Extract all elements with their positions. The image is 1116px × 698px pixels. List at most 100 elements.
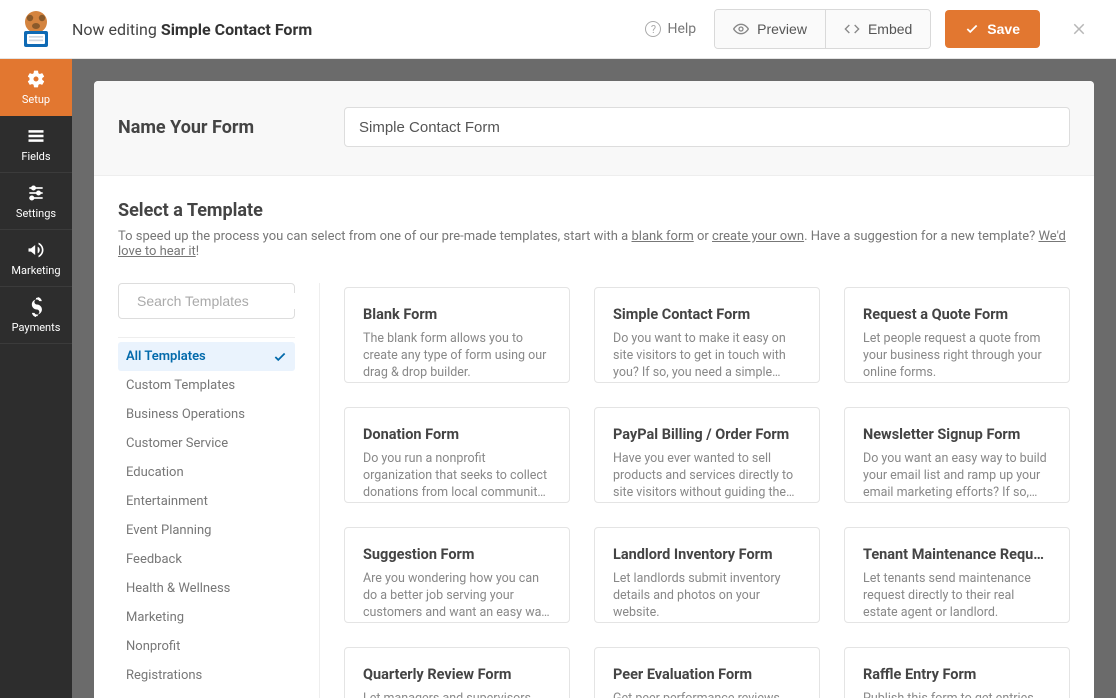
template-desc: The blank form allows you to create any … xyxy=(363,331,551,382)
template-card[interactable]: Simple Contact FormDo you want to make i… xyxy=(594,287,820,383)
nav-fields[interactable]: Fields xyxy=(0,116,72,173)
gear-icon xyxy=(26,69,46,89)
dollar-icon xyxy=(26,297,46,317)
editing-form-name: Simple Contact Form xyxy=(161,20,312,39)
nav-label: Fields xyxy=(21,150,50,163)
close-icon xyxy=(1070,20,1088,38)
template-title: Blank Form xyxy=(363,306,551,323)
nav-settings[interactable]: Settings xyxy=(0,173,72,230)
select-template-text: To speed up the process you can select f… xyxy=(118,229,1070,259)
template-desc: Do you want an easy way to build your em… xyxy=(863,451,1051,502)
category-item[interactable]: Registrations xyxy=(118,661,295,690)
template-card[interactable]: Peer Evaluation Form Get peer performance… xyxy=(594,647,820,698)
select-template-intro: Select a Template To speed up the proces… xyxy=(94,176,1094,277)
editing-prefix: Now editing xyxy=(72,20,161,39)
code-icon xyxy=(844,21,860,37)
form-name-input[interactable] xyxy=(344,107,1070,147)
template-title: Raffle Entry Form xyxy=(863,666,1051,683)
preview-embed-group: Preview Embed xyxy=(714,9,931,49)
close-button[interactable] xyxy=(1060,20,1098,38)
name-your-form-section: Name Your Form xyxy=(94,81,1094,176)
nav-setup[interactable]: Setup xyxy=(0,59,72,116)
question-circle-icon: ? xyxy=(645,21,661,37)
category-item[interactable]: All Templates xyxy=(118,342,295,371)
name-your-form-heading: Name Your Form xyxy=(118,117,344,138)
category-item[interactable]: Customer Service xyxy=(118,429,295,458)
category-item[interactable]: Business Operations xyxy=(118,400,295,429)
template-card[interactable]: Donation Form Do you run a nonprofit orga… xyxy=(344,407,570,503)
template-desc: Let managers and supervisors submit xyxy=(363,691,551,698)
sliders-icon xyxy=(26,183,46,203)
template-title: PayPal Billing / Order Form xyxy=(613,426,801,443)
template-desc: Let people request a quote from your bus… xyxy=(863,331,1051,382)
category-item[interactable]: Custom Templates xyxy=(118,371,295,400)
nav-label: Settings xyxy=(16,207,56,220)
template-browser: All TemplatesCustom TemplatesBusiness Op… xyxy=(94,277,1094,698)
nav-marketing[interactable]: Marketing xyxy=(0,230,72,287)
help-link[interactable]: ? Help xyxy=(645,21,696,37)
template-title: Donation Form xyxy=(363,426,551,443)
preview-label: Preview xyxy=(757,21,807,37)
template-desc: Publish this form to get entries and xyxy=(863,691,1051,698)
template-search-input[interactable] xyxy=(137,293,318,309)
wpforms-logo[interactable] xyxy=(0,0,72,59)
template-title: Peer Evaluation Form xyxy=(613,666,801,683)
check-icon xyxy=(273,350,287,364)
template-card[interactable]: Request a Quote Form Let people request a… xyxy=(844,287,1070,383)
template-title: Tenant Maintenance Request Form xyxy=(863,546,1051,563)
select-template-heading: Select a Template xyxy=(118,200,1070,221)
category-list: All TemplatesCustom TemplatesBusiness Op… xyxy=(118,337,295,698)
bullhorn-icon xyxy=(26,240,46,260)
category-item[interactable]: Health & Wellness xyxy=(118,574,295,603)
category-item[interactable]: Education xyxy=(118,458,295,487)
template-search[interactable] xyxy=(118,283,295,319)
template-categories-panel: All TemplatesCustom TemplatesBusiness Op… xyxy=(94,283,320,698)
template-card-grid: Blank Form The blank form allows you to c… xyxy=(344,287,1070,698)
template-card[interactable]: Suggestion FormAre you wondering how you… xyxy=(344,527,570,623)
template-desc: Are you wondering how you can do a bette… xyxy=(363,571,551,622)
blank-form-link[interactable]: blank form xyxy=(631,229,693,244)
template-desc: Get peer performance reviews and xyxy=(613,691,801,698)
nav-label: Marketing xyxy=(11,264,60,277)
template-card[interactable]: PayPal Billing / Order Form Have you ever… xyxy=(594,407,820,503)
main-area: Name Your Form Select a Template To spee… xyxy=(72,59,1116,698)
setup-panel: Name Your Form Select a Template To spee… xyxy=(94,81,1094,698)
category-item[interactable]: Marketing xyxy=(118,603,295,632)
category-item[interactable]: Feedback xyxy=(118,545,295,574)
editing-label: Now editing Simple Contact Form xyxy=(72,20,312,39)
template-card[interactable]: Landlord Inventory FormLet landlords sub… xyxy=(594,527,820,623)
nav-label: Payments xyxy=(12,321,61,334)
template-desc: Have you ever wanted to sell products an… xyxy=(613,451,801,502)
preview-button[interactable]: Preview xyxy=(715,10,825,48)
template-card[interactable]: Newsletter Signup Form Do you want an eas… xyxy=(844,407,1070,503)
template-card[interactable]: Blank Form The blank form allows you to c… xyxy=(344,287,570,383)
template-desc: Let tenants send maintenance request dir… xyxy=(863,571,1051,622)
create-your-own-link[interactable]: create your own xyxy=(712,229,804,244)
check-icon xyxy=(965,22,979,36)
embed-label: Embed xyxy=(868,21,912,37)
template-desc: Do you run a nonprofit organization that… xyxy=(363,451,551,502)
category-item[interactable]: Uncategorized xyxy=(118,690,295,698)
category-item[interactable]: Entertainment xyxy=(118,487,295,516)
category-item[interactable]: Event Planning xyxy=(118,516,295,545)
list-icon xyxy=(26,126,46,146)
nav-payments[interactable]: Payments xyxy=(0,287,72,344)
template-card[interactable]: Raffle Entry Form Publish this form to ge… xyxy=(844,647,1070,698)
left-sidebar: Setup Fields Settings Marketing Payments xyxy=(0,59,72,698)
template-title: Newsletter Signup Form xyxy=(863,426,1051,443)
template-title: Simple Contact Form xyxy=(613,306,801,323)
nav-label: Setup xyxy=(22,93,50,106)
save-label: Save xyxy=(987,21,1020,37)
embed-button[interactable]: Embed xyxy=(825,10,930,48)
template-title: Quarterly Review Form xyxy=(363,666,551,683)
category-item[interactable]: Nonprofit xyxy=(118,632,295,661)
help-label: Help xyxy=(667,21,696,37)
template-grid-panel: Blank Form The blank form allows you to c… xyxy=(320,277,1094,698)
eye-icon xyxy=(733,21,749,37)
topbar: Now editing Simple Contact Form ? Help P… xyxy=(0,0,1116,59)
template-title: Landlord Inventory Form xyxy=(613,546,801,563)
template-card[interactable]: Tenant Maintenance Request Form Let tenan… xyxy=(844,527,1070,623)
save-button[interactable]: Save xyxy=(945,10,1040,48)
template-title: Request a Quote Form xyxy=(863,306,1051,323)
template-card[interactable]: Quarterly Review Form Let managers and su… xyxy=(344,647,570,698)
